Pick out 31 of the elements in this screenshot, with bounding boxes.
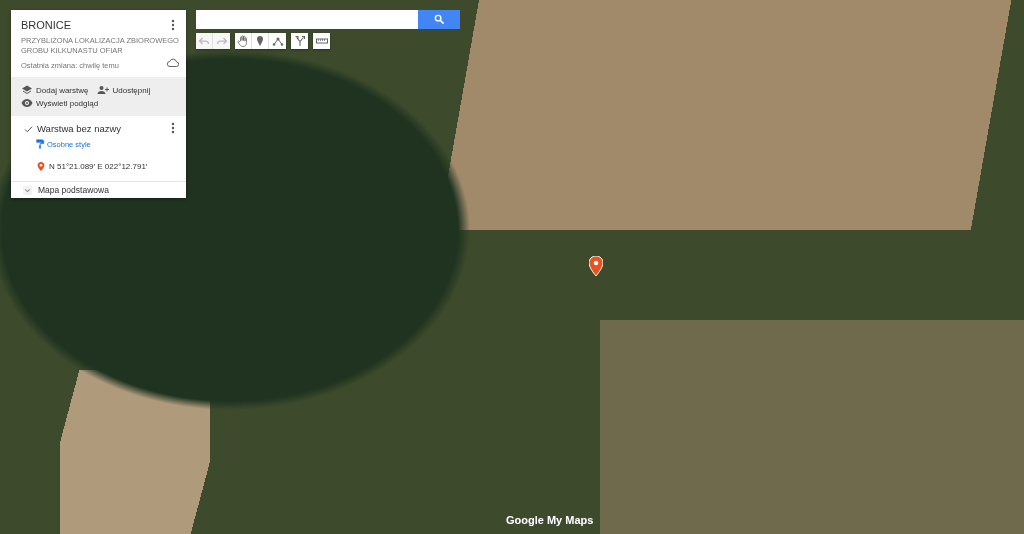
map-pin-icon xyxy=(36,160,46,173)
layer-button[interactable]: Dodaj warstwę xyxy=(21,84,89,96)
search-button[interactable] xyxy=(418,10,460,29)
search-icon xyxy=(433,14,445,25)
line-icon xyxy=(271,35,284,47)
hand-tool-button[interactable] xyxy=(235,33,252,49)
map-logo: Google My Maps xyxy=(506,514,594,526)
place-item[interactable]: N 51°21.089′ E 022°12.791′ xyxy=(36,160,148,173)
paint-roller-icon xyxy=(35,138,45,150)
search-field[interactable] xyxy=(196,10,418,29)
ruler-icon xyxy=(315,35,328,47)
preview-button[interactable]: Wyświetl podgląd xyxy=(21,97,99,109)
marker-icon xyxy=(254,35,266,47)
layer-name[interactable]: Warstwa bez nazwy xyxy=(37,122,164,134)
map-title[interactable]: BRONICE xyxy=(21,19,72,31)
satellite-map[interactable] xyxy=(0,0,1024,534)
eye-icon xyxy=(21,97,33,109)
ruler-tool-button[interactable] xyxy=(313,33,330,49)
base-map-toggle[interactable]: Mapa podstawowa xyxy=(11,182,121,198)
share-button[interactable]: Udostępnij xyxy=(97,84,151,96)
marker-tool-button[interactable] xyxy=(252,33,269,49)
line-tool-button[interactable] xyxy=(269,33,286,49)
route-icon xyxy=(293,35,306,47)
redo-icon xyxy=(215,35,228,47)
map-marker-icon[interactable] xyxy=(589,256,603,276)
undo-icon xyxy=(198,35,210,47)
cloud-icon xyxy=(167,57,179,69)
hand-icon xyxy=(237,35,249,47)
route-tool-button[interactable] xyxy=(291,33,308,49)
add-person-icon xyxy=(97,84,110,96)
layers-icon xyxy=(21,84,33,96)
